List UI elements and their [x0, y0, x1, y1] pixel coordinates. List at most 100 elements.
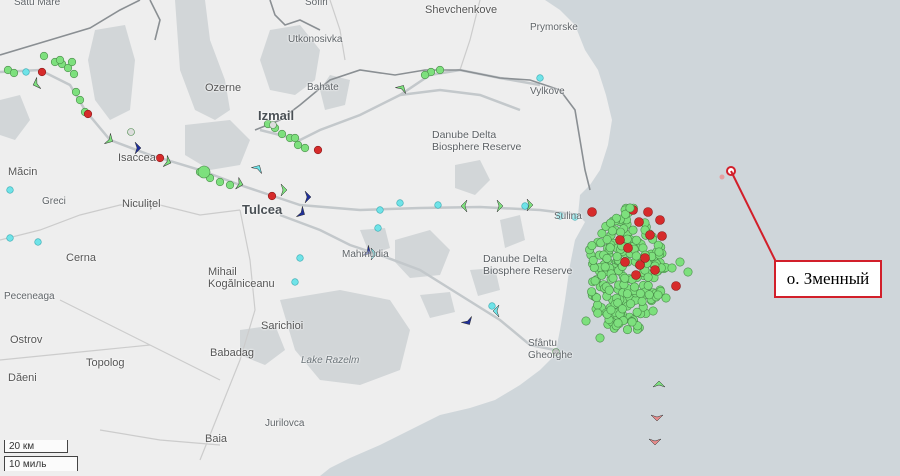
vessel-dot[interactable]	[622, 289, 632, 299]
vessel-dot-cyan[interactable]	[296, 254, 304, 262]
map-view[interactable]: Satu Mare Sofiri Shevchenkove Prymorske …	[0, 0, 900, 476]
vessel-dot-red[interactable]	[615, 235, 625, 245]
vessel-dot[interactable]	[608, 273, 618, 283]
vessel-dot[interactable]	[602, 253, 612, 263]
vessel-dot[interactable]	[39, 51, 49, 61]
vessel-dot[interactable]	[215, 177, 225, 187]
vessel-dot-cyan[interactable]	[34, 238, 42, 246]
vessel-dot[interactable]	[630, 282, 640, 292]
vessel-dot-red[interactable]	[640, 253, 650, 263]
vessel-dot[interactable]	[620, 273, 630, 283]
vessel-dot-cyan[interactable]	[396, 199, 404, 207]
vessel-dot[interactable]	[293, 140, 303, 150]
vessel-dot[interactable]	[612, 252, 622, 262]
vessel-dot[interactable]	[581, 316, 591, 326]
vessel-dot[interactable]	[625, 203, 635, 213]
vessel-dot[interactable]	[617, 304, 627, 314]
vessel-dot-red[interactable]	[655, 215, 665, 225]
vessel-dot[interactable]	[643, 272, 653, 282]
vessel-dot[interactable]	[627, 317, 637, 327]
vessel-dot[interactable]	[631, 251, 641, 261]
vessel-dot-cyan[interactable]	[488, 302, 496, 310]
vessel-dot[interactable]	[300, 143, 310, 153]
vessel-dot[interactable]	[587, 241, 597, 251]
vessel-dot[interactable]	[597, 270, 607, 280]
vessel-dot[interactable]	[622, 325, 632, 335]
vessel-dot-red[interactable]	[634, 217, 644, 227]
vessel-dot-cyan[interactable]	[376, 206, 384, 214]
vessel-dot-red[interactable]	[37, 67, 47, 77]
vessel-dot[interactable]	[643, 281, 653, 291]
vessel-dot-red[interactable]	[313, 145, 323, 155]
place-label-ozerne: Ozerne	[205, 82, 242, 94]
vessel-dot-grey[interactable]	[127, 128, 135, 136]
vessel-dot[interactable]	[626, 299, 636, 309]
vessel-dot[interactable]	[67, 57, 77, 67]
vessel-dot-large[interactable]	[197, 165, 211, 179]
vessel-dot[interactable]	[644, 290, 654, 300]
vessel-dot[interactable]	[654, 247, 664, 257]
vessel-dot-red[interactable]	[671, 281, 681, 291]
vessel-dot[interactable]	[600, 262, 610, 272]
vessel-dot-red[interactable]	[657, 231, 667, 241]
vessel-dot[interactable]	[635, 288, 645, 298]
vessel-dot-cyan[interactable]	[434, 201, 442, 209]
vessel-dot[interactable]	[602, 235, 612, 245]
vessel-dot[interactable]	[590, 276, 600, 286]
vessel-arrow[interactable]	[652, 380, 666, 388]
vessel-dot[interactable]	[55, 55, 65, 65]
vessel-dot-red[interactable]	[631, 270, 641, 280]
place-label-niculitel: Niculițel	[122, 198, 161, 210]
vessel-dot[interactable]	[683, 267, 693, 277]
vessel-dot[interactable]	[9, 68, 19, 78]
vessel-arrow[interactable]	[648, 438, 662, 446]
vessel-dot[interactable]	[69, 69, 79, 79]
vessel-dot-cyan[interactable]	[6, 234, 14, 242]
vessel-dot-cyan[interactable]	[521, 202, 529, 210]
vessel-dot[interactable]	[606, 218, 616, 228]
vessel-dot[interactable]	[661, 293, 671, 303]
vessel-dot-red[interactable]	[620, 257, 630, 267]
vessel-dot-red[interactable]	[83, 109, 93, 119]
vessel-dot[interactable]	[631, 235, 641, 245]
vessel-dot-cyan[interactable]	[536, 74, 544, 82]
map-canvas[interactable]	[0, 0, 900, 476]
vessel-dot[interactable]	[606, 305, 616, 315]
vessel-dot[interactable]	[593, 308, 603, 318]
vessel-dot-cyan[interactable]	[6, 186, 14, 194]
vessel-dot[interactable]	[420, 70, 430, 80]
vessel-dot[interactable]	[435, 65, 445, 75]
vessel-dot[interactable]	[71, 87, 81, 97]
vessel-dot[interactable]	[225, 180, 235, 190]
vessel-dot-red[interactable]	[587, 207, 597, 217]
vessel-arrow[interactable]	[650, 414, 664, 422]
vessel-dot[interactable]	[667, 263, 677, 273]
vessel-dot[interactable]	[595, 333, 605, 343]
vessel-dot-cyan[interactable]	[22, 68, 30, 76]
vessel-dot[interactable]	[613, 318, 623, 328]
vessel-dot[interactable]	[290, 133, 300, 143]
vessel-dot-cyan[interactable]	[291, 278, 299, 286]
vessel-dot[interactable]	[587, 287, 597, 297]
vessel-dot-cyan[interactable]	[374, 224, 382, 232]
vessel-dot-red[interactable]	[623, 243, 633, 253]
vessel-dot[interactable]	[628, 225, 638, 235]
vessel-dot-red[interactable]	[267, 191, 277, 201]
vessel-dot[interactable]	[593, 300, 603, 310]
vessel-dot[interactable]	[607, 226, 617, 236]
vessel-dot[interactable]	[632, 307, 642, 317]
vessel-dot[interactable]	[653, 290, 663, 300]
vessel-dot-red[interactable]	[650, 265, 660, 275]
vessel-dot[interactable]	[637, 296, 647, 306]
vessel-dot[interactable]	[75, 95, 85, 105]
vessel-dot-red[interactable]	[645, 230, 655, 240]
vessel-dot-red[interactable]	[155, 153, 165, 163]
vessel-dot[interactable]	[604, 285, 614, 295]
vessel-dot[interactable]	[616, 227, 626, 237]
vessel-dot[interactable]	[648, 306, 658, 316]
vessel-dot-red[interactable]	[643, 207, 653, 217]
vessel-dot[interactable]	[675, 257, 685, 267]
vessel-dot[interactable]	[277, 129, 287, 139]
vessel-dot[interactable]	[605, 243, 615, 253]
snake-island-marker[interactable]	[719, 166, 777, 263]
